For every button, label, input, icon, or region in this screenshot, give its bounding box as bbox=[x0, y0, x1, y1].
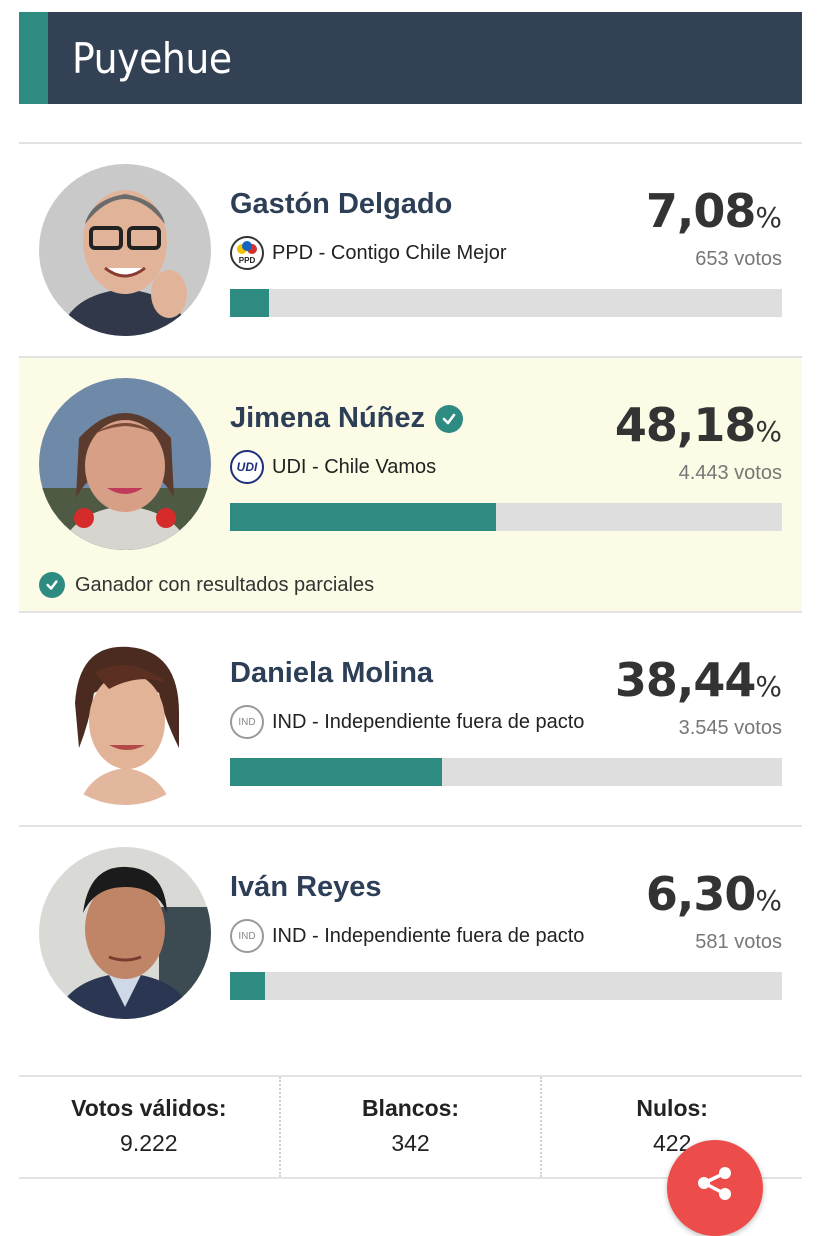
candidate-party: UDI UDI - Chile Vamos bbox=[230, 450, 436, 484]
null-votes-label: Nulos: bbox=[636, 1095, 708, 1121]
ppd-logo-icon: PPD bbox=[230, 236, 264, 270]
valid-votes-value: 9.222 bbox=[120, 1130, 178, 1156]
vote-progress-bar bbox=[230, 758, 782, 786]
blank-votes-label: Blancos: bbox=[361, 1095, 460, 1121]
candidate-name: Jimena Núñez bbox=[230, 402, 463, 435]
vote-percentage: 38,44% bbox=[614, 653, 782, 707]
avatar bbox=[39, 164, 211, 336]
candidate-name: Daniela Molina bbox=[230, 657, 434, 689]
vote-progress-fill bbox=[230, 972, 265, 1000]
vote-count: 653 votos bbox=[695, 248, 782, 270]
check-circle-icon bbox=[39, 572, 65, 598]
candidate-name: Gastón Delgado bbox=[230, 188, 453, 220]
candidate-card-winner: Jimena Núñez UDI UDI - Chile Vamos 48,18… bbox=[19, 356, 802, 611]
candidate-list: Gastón Delgado PPD PPD - Contigo Chile M… bbox=[19, 142, 802, 1039]
udi-logo-icon: UDI bbox=[230, 450, 264, 484]
vote-count: 3.545 votos bbox=[678, 717, 782, 739]
verified-check-icon bbox=[435, 404, 463, 433]
candidate-card: Gastón Delgado PPD PPD - Contigo Chile M… bbox=[19, 142, 802, 356]
vote-progress-bar bbox=[230, 503, 782, 531]
null-votes-value: 422 bbox=[652, 1130, 692, 1156]
vote-progress-fill bbox=[230, 289, 270, 317]
avatar bbox=[39, 633, 211, 805]
vote-percentage: 48,18% bbox=[614, 398, 782, 452]
candidate-card: Iván Reyes IND IND - Independiente fuera… bbox=[19, 825, 802, 1039]
candidate-card: Daniela Molina IND IND - Independiente f… bbox=[19, 611, 802, 825]
avatar bbox=[39, 378, 211, 550]
vote-percentage: 7,08% bbox=[645, 184, 782, 238]
candidate-party: PPD PPD - Contigo Chile Mejor bbox=[230, 236, 507, 270]
vote-percentage: 6,30% bbox=[645, 867, 782, 921]
page-title: Puyehue bbox=[72, 33, 232, 83]
candidate-name: Iván Reyes bbox=[230, 871, 382, 903]
ind-logo-icon: IND bbox=[230, 705, 264, 739]
candidate-party: IND IND - Independiente fuera de pacto bbox=[230, 919, 584, 953]
blank-votes-value: 342 bbox=[391, 1130, 430, 1156]
valid-votes-label: Votos válidos: bbox=[71, 1095, 227, 1121]
valid-votes: Votos válidos: 9.222 bbox=[19, 1077, 279, 1177]
share-icon bbox=[695, 1166, 735, 1205]
vote-count: 581 votos bbox=[695, 931, 782, 953]
candidate-party: IND IND - Independiente fuera de pacto bbox=[230, 705, 584, 739]
vote-progress-fill bbox=[230, 503, 496, 531]
avatar bbox=[39, 847, 211, 1019]
ind-logo-icon: IND bbox=[230, 919, 264, 953]
page-header: Puyehue bbox=[19, 12, 802, 104]
null-votes: Nulos: 422 bbox=[540, 1077, 802, 1177]
header-accent bbox=[19, 12, 48, 104]
vote-progress-bar bbox=[230, 972, 782, 1000]
vote-count: 4.443 votos bbox=[678, 462, 782, 484]
blank-votes: Blancos: 342 bbox=[278, 1077, 541, 1177]
svg-text:PPD: PPD bbox=[239, 256, 256, 265]
share-button[interactable] bbox=[667, 1140, 763, 1236]
vote-progress-bar bbox=[230, 289, 782, 317]
vote-progress-fill bbox=[230, 758, 443, 786]
winner-note: Ganador con resultados parciales bbox=[39, 572, 374, 598]
